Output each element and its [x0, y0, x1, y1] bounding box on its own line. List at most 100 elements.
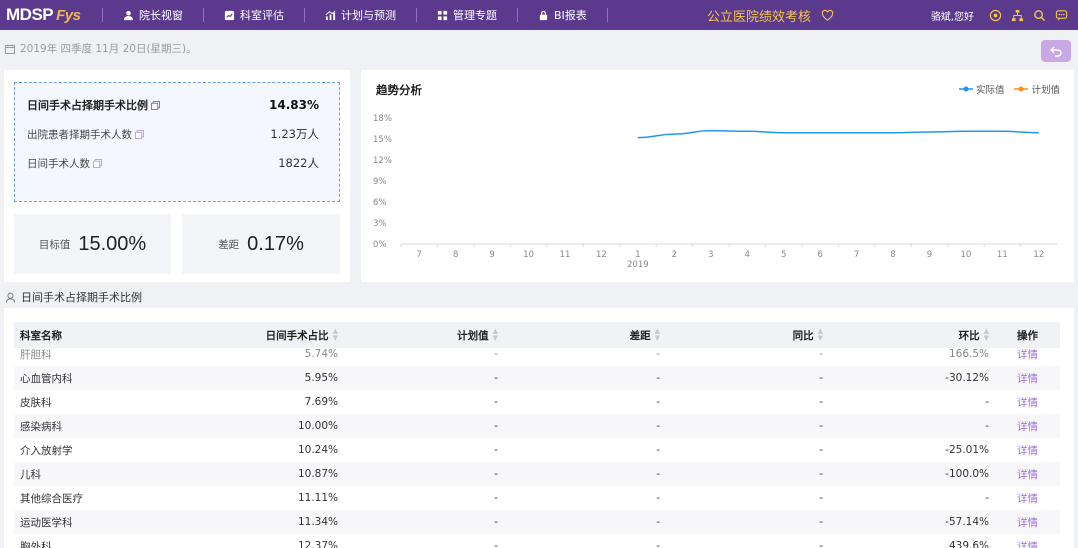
table-cell: 10.24%: [297, 444, 338, 456]
settings-icon[interactable]: [989, 9, 1002, 22]
user-greeting[interactable]: 骆斌,您好: [931, 8, 974, 23]
kpi-row3-label: 日间手术人数: [27, 157, 90, 170]
table-cell: 心血管内科: [20, 372, 73, 385]
table-cell: -: [819, 492, 823, 504]
table-cell: 7.69%: [304, 396, 338, 408]
col-header-ratio[interactable]: 日间手术占比 ▲ ▼: [214, 328, 344, 343]
x-tick-label: 11: [560, 250, 571, 260]
table-row: 其他综合医疗 11.11% - - - - 详情: [14, 486, 1060, 510]
nav-item-bi-report[interactable]: BI报表: [518, 0, 607, 30]
copy-icon[interactable]: [135, 129, 144, 139]
nav-item-dean-view[interactable]: 院长视窗: [103, 0, 203, 30]
col-header-yoy[interactable]: 同比 ▲ ▼: [666, 328, 829, 343]
table-cell: 胸外科: [20, 540, 52, 548]
y-tick-label: 0%: [373, 240, 387, 250]
detail-link[interactable]: 详情: [995, 515, 1060, 530]
nav-label: 科室评估: [240, 9, 284, 22]
back-button[interactable]: [1041, 40, 1071, 62]
sort-icon[interactable]: ▲ ▼: [818, 328, 823, 342]
y-tick-label: 12%: [373, 156, 392, 166]
nav-label: 管理专题: [453, 9, 497, 22]
table-cell: 11.11%: [297, 492, 338, 504]
system-title[interactable]: 公立医院绩效考核: [707, 0, 834, 30]
nav-item-dept-eval[interactable]: 科室评估: [204, 0, 304, 30]
x-tick-label: 7: [417, 250, 422, 260]
sort-icon[interactable]: ▲ ▼: [333, 328, 338, 342]
nav-item-plan-forecast[interactable]: 计划与预测: [305, 0, 416, 30]
trend-title: 趋势分析: [376, 83, 422, 97]
org-tree-icon[interactable]: [1011, 9, 1024, 22]
copy-icon[interactable]: [93, 158, 102, 168]
detail-link[interactable]: 详情: [995, 419, 1060, 434]
trend-chart: 0%3%6%9%12%15%18%7 8 9 10 11 12 1 2 3 4 5 6 7 8 9 10 11 1…: [373, 114, 1057, 270]
sort-icon[interactable]: ▲ ▼: [984, 328, 989, 342]
message-icon[interactable]: [1055, 9, 1068, 22]
col-header-plan[interactable]: 计划值 ▲ ▼: [344, 328, 504, 343]
table-cell: -: [656, 348, 660, 360]
detail-link[interactable]: 详情: [995, 491, 1060, 506]
copy-icon[interactable]: [151, 100, 160, 110]
table-cell: -: [819, 348, 823, 360]
detail-link[interactable]: 详情: [995, 395, 1060, 410]
legend-label-actual: 实际值: [975, 85, 1005, 96]
kpi-row2-value: 1.23万人: [270, 127, 319, 141]
target-value: 15.00%: [78, 232, 147, 255]
x-tick-label: 5: [781, 250, 786, 260]
table-row: 运动医学科 11.34% - - - -57.14% 详情: [14, 510, 1060, 534]
col-header-gap[interactable]: 差距 ▲ ▼: [504, 328, 666, 343]
x-tick-label: 12: [596, 250, 607, 260]
table-row: 感染病科 10.00% - - - - 详情: [14, 414, 1060, 438]
table-cell: -: [494, 348, 498, 360]
table-cell: -: [494, 396, 498, 408]
x-tick-label: 9: [927, 250, 932, 260]
table-cell: -: [494, 540, 498, 548]
legend-item-actual[interactable]: 实际值: [958, 82, 1005, 96]
kpi-summary-box: 日间手术占择期手术比例 14.83% 出院患者择期手术人数 1.23万人 日间手…: [14, 82, 340, 202]
table-cell: -: [494, 468, 498, 480]
table-cell: 肝胆科: [20, 348, 52, 361]
kpi-row2-label: 出院患者择期手术人数: [27, 128, 132, 141]
x-tick-label: 8: [890, 250, 895, 260]
table-cell: 5.74%: [304, 348, 338, 360]
table-cell: -: [656, 396, 660, 408]
table-cell: 儿科: [20, 468, 41, 481]
logo[interactable]: MDSP Fys: [6, 3, 81, 27]
detail-link[interactable]: 详情: [995, 443, 1060, 458]
x-year-label: 2019: [627, 260, 649, 270]
user-icon: [123, 10, 134, 20]
x-tick-label: 8: [453, 250, 458, 260]
kpi-main-row: 日间手术占择期手术比例 14.83%: [27, 97, 319, 113]
table-cell: -100.0%: [945, 468, 989, 480]
y-tick-label: 9%: [373, 177, 387, 187]
legend-item-plan[interactable]: 计划值: [1014, 82, 1060, 96]
chart-legend: 实际值 计划值: [958, 82, 1060, 96]
table-cell: -: [656, 372, 660, 384]
heart-icon[interactable]: [821, 9, 834, 22]
table-row: 胸外科 12.37% - - - 439.6% 详情: [14, 534, 1060, 548]
legend-marker-actual: [958, 86, 973, 92]
table-cell: -25.01%: [945, 444, 989, 456]
table-cell: 166.5%: [948, 348, 989, 360]
table-cell: 其他综合医疗: [20, 492, 83, 505]
sort-icon[interactable]: ▲ ▼: [655, 328, 660, 342]
series-line-actual[interactable]: [637, 129, 1039, 139]
table-body: 肝胆科 5.74% - - -166.5% 详情 心血管内科 5.95% - - - -30.12% 详…: [14, 342, 1060, 548]
person-outline-icon: [5, 292, 16, 303]
detail-link[interactable]: 详情: [995, 347, 1060, 362]
table-cell: -57.14%: [945, 516, 989, 528]
sort-icon[interactable]: ▲ ▼: [493, 328, 498, 342]
col-header-mom[interactable]: 环比 ▲ ▼: [829, 328, 995, 343]
table-cell: -: [819, 468, 823, 480]
detail-link[interactable]: 详情: [995, 371, 1060, 386]
table-cell: 5.95%: [304, 372, 338, 384]
table-cell: -: [494, 372, 498, 384]
search-icon[interactable]: [1033, 9, 1046, 22]
detail-link[interactable]: 详情: [995, 539, 1060, 548]
table-cell: -: [656, 516, 660, 528]
kpi-main-value: 14.83%: [269, 98, 319, 112]
date-selector[interactable]: 2019年 四季度 11月 20日(星期三)。: [5, 41, 197, 56]
nav-item-mgmt-topic[interactable]: 管理专题: [417, 0, 517, 30]
detail-link[interactable]: 详情: [995, 467, 1060, 482]
table-cell: -: [819, 396, 823, 408]
legend-marker-plan: [1014, 86, 1029, 92]
